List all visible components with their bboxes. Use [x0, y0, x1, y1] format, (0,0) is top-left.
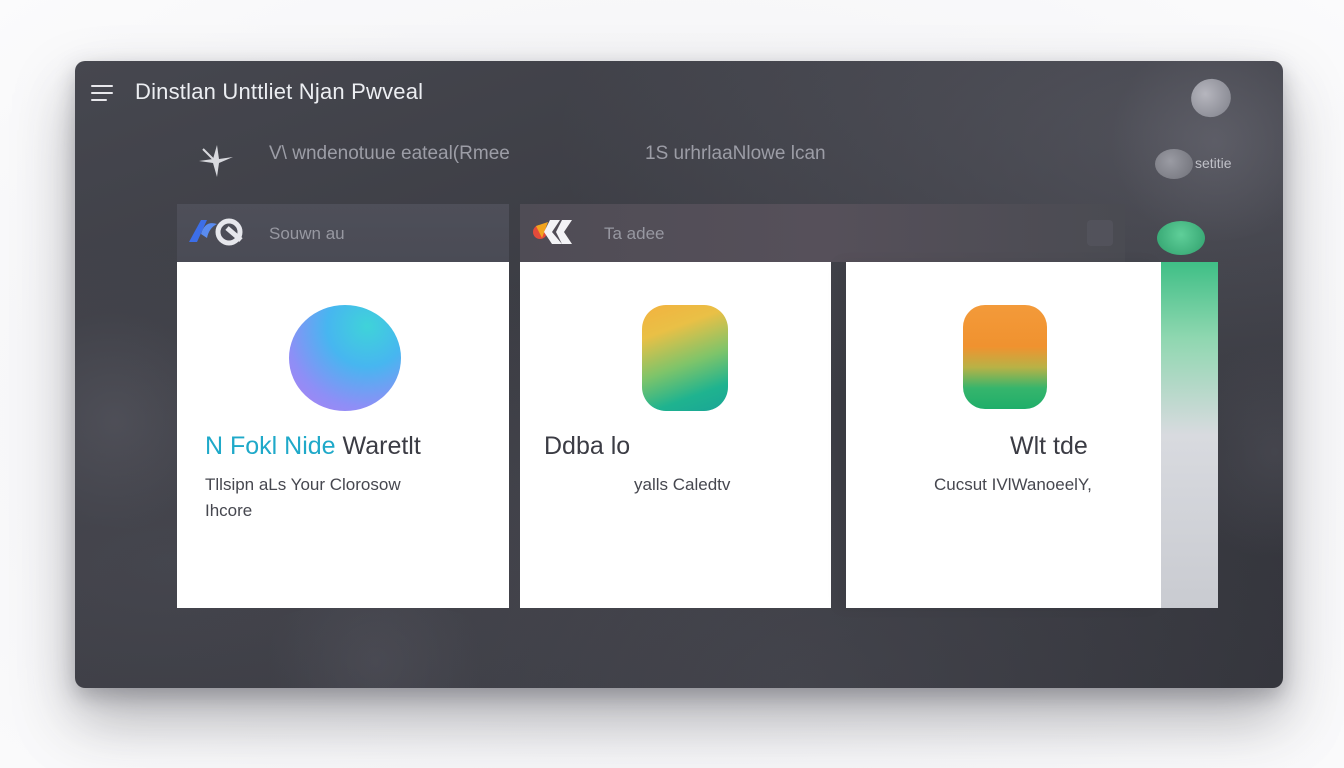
- card-title-main: Waretlt: [342, 432, 421, 460]
- card-title: Ddba lo: [544, 432, 631, 460]
- status-dot: [1157, 221, 1205, 255]
- settings-toggle[interactable]: setitie: [1155, 147, 1245, 181]
- tab-label: Souwn au: [269, 224, 345, 243]
- hamburger-icon[interactable]: [91, 83, 115, 103]
- card-title-accent: N Fokl Nide: [205, 432, 336, 460]
- card-title: N Fokl Nide Waretlt: [205, 432, 421, 461]
- card-description: Cucsut IVlWanoeelY,: [934, 475, 1092, 494]
- card-description-line: Tllsipn aLs Your Clorosow: [205, 475, 401, 494]
- brand-logo-icon: [189, 218, 243, 246]
- app-card-1[interactable]: N Fokl Nide Waretlt Tllsipn aLs Your Clo…: [177, 262, 509, 608]
- title-bar: Dinstlan Unttliet Njan Pwveal: [75, 61, 1283, 123]
- card-description: yalls Caledtv: [634, 475, 731, 494]
- app-window: Dinstlan Unttliet Njan Pwveal V\ wndenot…: [75, 61, 1283, 688]
- subtitle-text: 1S urhrlaaNlowe lcan: [645, 143, 826, 164]
- app-card-2[interactable]: Ddba lo yalls Caledtv: [520, 262, 831, 608]
- subtitle-bar: V\ wndenotuue eateal(Rmee 1S urhrlaaNlow…: [75, 131, 1283, 181]
- brand-logo-icon: [533, 220, 572, 244]
- scroll-edge-accent: [1161, 262, 1218, 608]
- card-title: Wlt tde: [1010, 432, 1088, 460]
- gradient-squircle-icon: [963, 305, 1047, 409]
- gradient-squircle-icon: [642, 305, 728, 411]
- tab-souwn-au[interactable]: Souwn au: [177, 204, 509, 262]
- tab-label: Ta adee: [604, 224, 665, 243]
- avatar[interactable]: [1185, 73, 1237, 123]
- app-title: Dinstlan Unttliet Njan Pwveal: [135, 79, 424, 104]
- card-description-line: Ihcore: [205, 501, 253, 520]
- subtitle-text: V\ wndenotuue eateal(Rmee: [269, 143, 510, 164]
- tab-ta-adee[interactable]: Ta adee: [520, 204, 1125, 262]
- desktop-background: Dinstlan Unttliet Njan Pwveal V\ wndenot…: [0, 0, 1344, 768]
- background-blob: [235, 601, 515, 688]
- gradient-circle-icon: [289, 305, 401, 411]
- spark-icon: [199, 145, 233, 177]
- app-card-3[interactable]: Wlt tde Cucsut IVlWanoeelY,: [846, 262, 1161, 608]
- toggle-knob-icon: [1155, 149, 1193, 179]
- tab-close-icon[interactable]: [1087, 220, 1113, 246]
- card-description: Tllsipn aLs Your Clorosow Ihcore: [205, 472, 401, 524]
- settings-label: setitie: [1195, 155, 1232, 171]
